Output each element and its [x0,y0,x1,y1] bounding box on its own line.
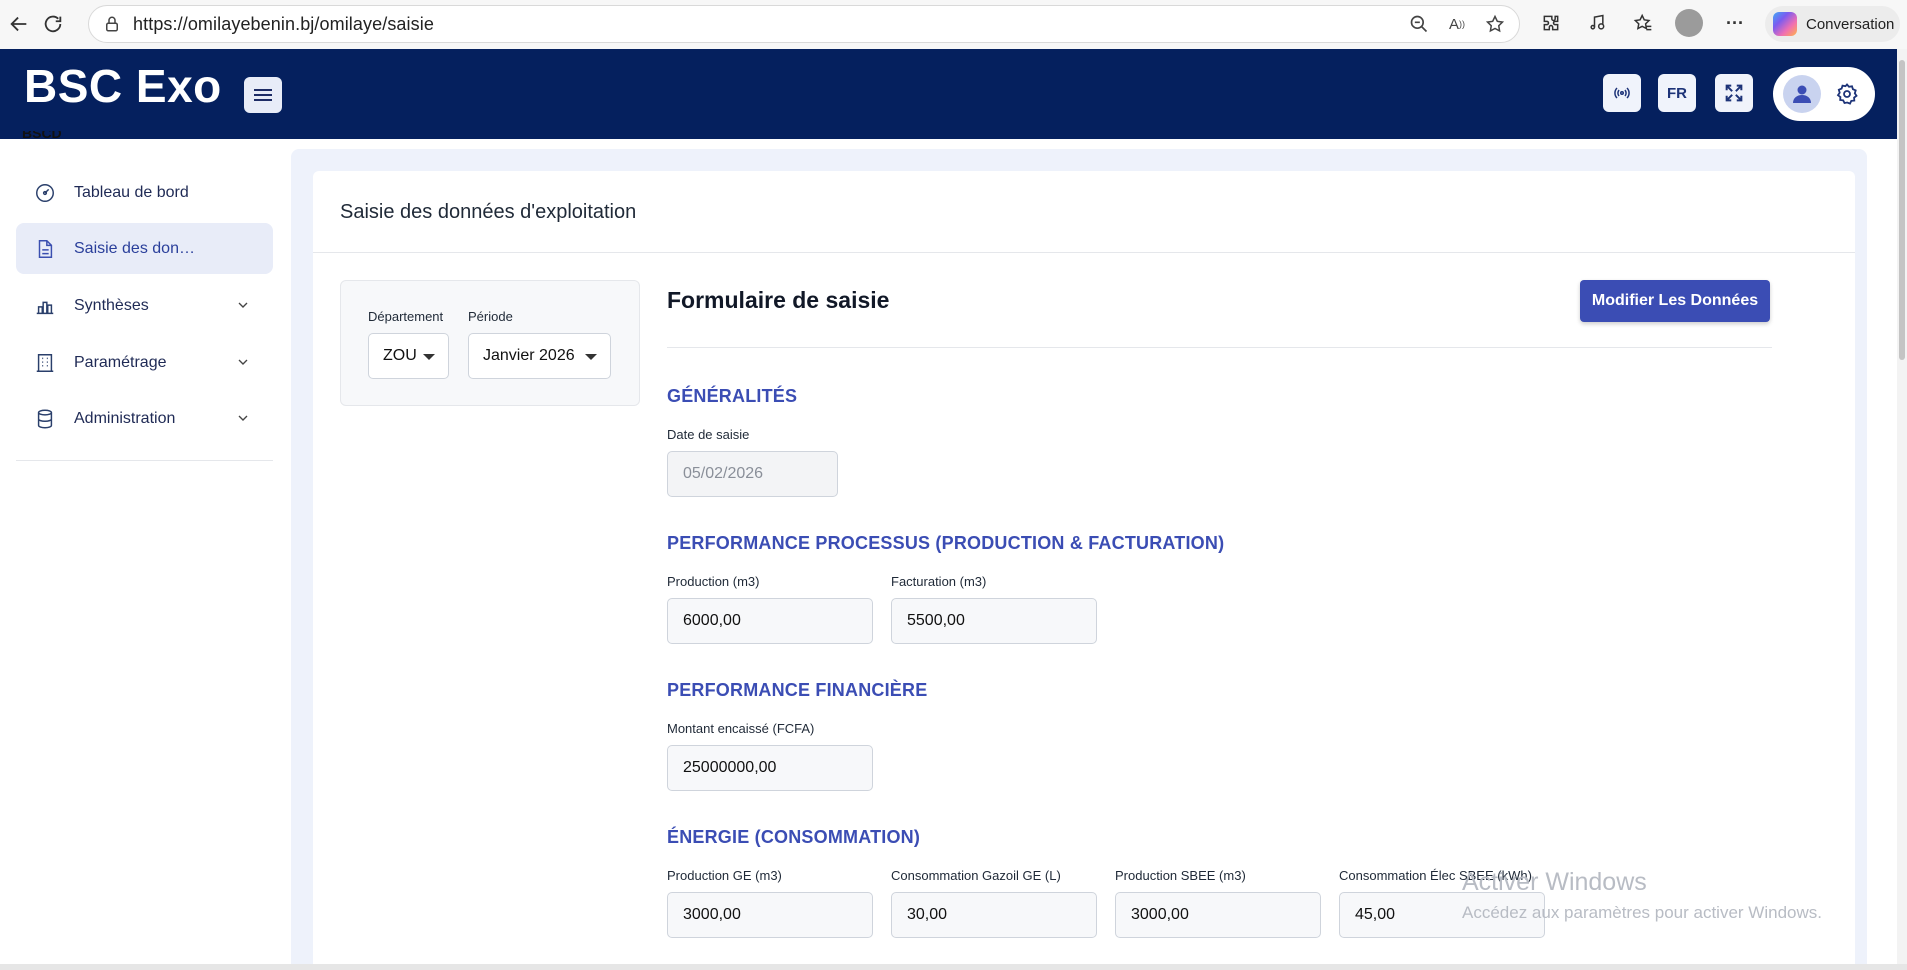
address-bar[interactable]: https://omilayebenin.bj/omilaye/saisie A… [88,5,1520,43]
sidebar-item-label: Tableau de bord [74,183,189,201]
sidebar-item-label: Administration [74,409,176,427]
scrollbar-thumb[interactable] [1899,60,1905,360]
departement-value: ZOU [383,347,417,364]
back-icon[interactable] [2,7,36,41]
caret-down-icon [423,354,435,360]
copilot-icon [1773,12,1797,36]
windows-activation-watermark: Activer Windows Accédez aux paramètres p… [1462,868,1822,923]
horizontal-scrollbar [0,964,1907,970]
watermark-subtitle: Accédez aux paramètres pour activer Wind… [1462,903,1822,922]
fullscreen-button[interactable] [1715,74,1753,112]
consommation-gazoil-input[interactable]: 30,00 [891,892,1097,938]
section-processus-title: PERFORMANCE PROCESSUS (PRODUCTION & FACT… [667,533,1225,553]
media-icon[interactable] [1582,8,1612,38]
production-sbee-label: Production SBEE (m3) [1115,868,1246,883]
production-ge-input[interactable]: 3000,00 [667,892,873,938]
menu-toggle-button[interactable] [244,77,282,113]
main-card: Saisie des données d'exploitation Départ… [313,171,1855,970]
sidebar-item-parametrage[interactable]: Paramétrage [16,337,273,388]
document-icon [38,239,53,258]
sidebar-item-administration[interactable]: Administration [16,393,273,444]
sidebar-item-label: Saisie des don… [74,239,195,257]
chevron-down-icon [238,302,248,308]
chevron-down-icon [238,359,248,365]
periode-label: Période [468,309,513,324]
gear-icon[interactable] [1835,82,1859,106]
sidebar: BSCD Tableau de bord Saisie des don… Syn… [0,131,290,970]
periode-select[interactable]: Janvier 2026 [468,333,611,379]
form-title: Formulaire de saisie [667,287,890,313]
departement-select[interactable]: ZOU [368,333,449,379]
montant-encaisse-input[interactable]: 25000000,00 [667,745,873,791]
sidebar-section-label: BSCD [22,131,62,139]
modify-data-button[interactable]: Modifier Les Données [1580,280,1770,322]
consommation-gazoil-label: Consommation Gazoil GE (L) [891,868,1061,883]
app-header: BSC Exo FR [0,49,1897,139]
production-sbee-input[interactable]: 3000,00 [1115,892,1321,938]
sidebar-item-label: Synthèses [74,296,149,314]
montant-encaisse-label: Montant encaissé (FCFA) [667,721,815,736]
facturation-input[interactable]: 5500,00 [891,598,1097,644]
card-divider [313,252,1855,253]
user-icon [1793,85,1811,103]
building-icon [36,353,54,372]
brand-title: BSC Exo [24,60,222,112]
fullscreen-icon [1725,84,1743,102]
read-aloud-icon[interactable]: A)) [1445,12,1469,36]
favorites-icon[interactable] [1628,8,1658,38]
favorite-star-icon[interactable] [1483,12,1507,36]
sidebar-item-tableau-de-bord[interactable]: Tableau de bord [16,167,273,218]
caret-down-icon [585,354,597,360]
language-button[interactable]: FR [1658,74,1696,112]
date-saisie-input: 05/02/2026 [667,451,838,497]
broadcast-button[interactable] [1603,74,1641,112]
more-icon[interactable]: ··· [1720,8,1750,38]
url-text[interactable]: https://omilayebenin.bj/omilaye/saisie [133,14,434,35]
profile-icon[interactable] [1674,8,1704,38]
production-label: Production (m3) [667,574,760,589]
filters-panel: Département ZOU Période Janvier 2026 [340,280,640,406]
browser-toolbar: https://omilayebenin.bj/omilaye/saisie A… [0,0,1907,49]
departement-label: Département [368,309,444,324]
bar-chart-icon [36,301,54,314]
section-energie-title: ÉNERGIE (CONSOMMATION) [667,827,921,847]
copilot-label: Conversation [1806,15,1895,33]
facturation-label: Facturation (m3) [891,574,987,589]
section-financiere-title: PERFORMANCE FINANCIÈRE [667,680,928,700]
production-ge-label: Production GE (m3) [667,868,782,883]
periode-value: Janvier 2026 [483,347,575,364]
extensions-icon[interactable] [1536,8,1566,38]
date-saisie-label: Date de saisie [667,427,750,442]
avatar[interactable] [1783,75,1821,113]
lock-icon[interactable] [103,15,121,33]
broadcast-icon [1614,87,1630,99]
dashboard-icon [36,183,54,202]
form-divider [667,347,1772,348]
section-generalites-title: GÉNÉRALITÉS [667,386,798,406]
watermark-title: Activer Windows [1462,868,1647,896]
sidebar-item-label: Paramétrage [74,353,167,371]
copilot-button[interactable]: Conversation [1765,6,1900,42]
hamburger-icon [254,94,272,96]
zoom-icon[interactable] [1407,12,1431,36]
page-title: Saisie des données d'exploitation [340,201,637,223]
refresh-icon[interactable] [36,7,70,41]
sidebar-item-syntheses[interactable]: Synthèses [16,280,273,331]
production-input[interactable]: 6000,00 [667,598,873,644]
chevron-down-icon [238,415,248,421]
sidebar-divider [16,460,273,461]
sidebar-item-saisie[interactable]: Saisie des don… [16,223,273,274]
database-icon [37,409,53,428]
user-menu[interactable] [1773,67,1875,121]
